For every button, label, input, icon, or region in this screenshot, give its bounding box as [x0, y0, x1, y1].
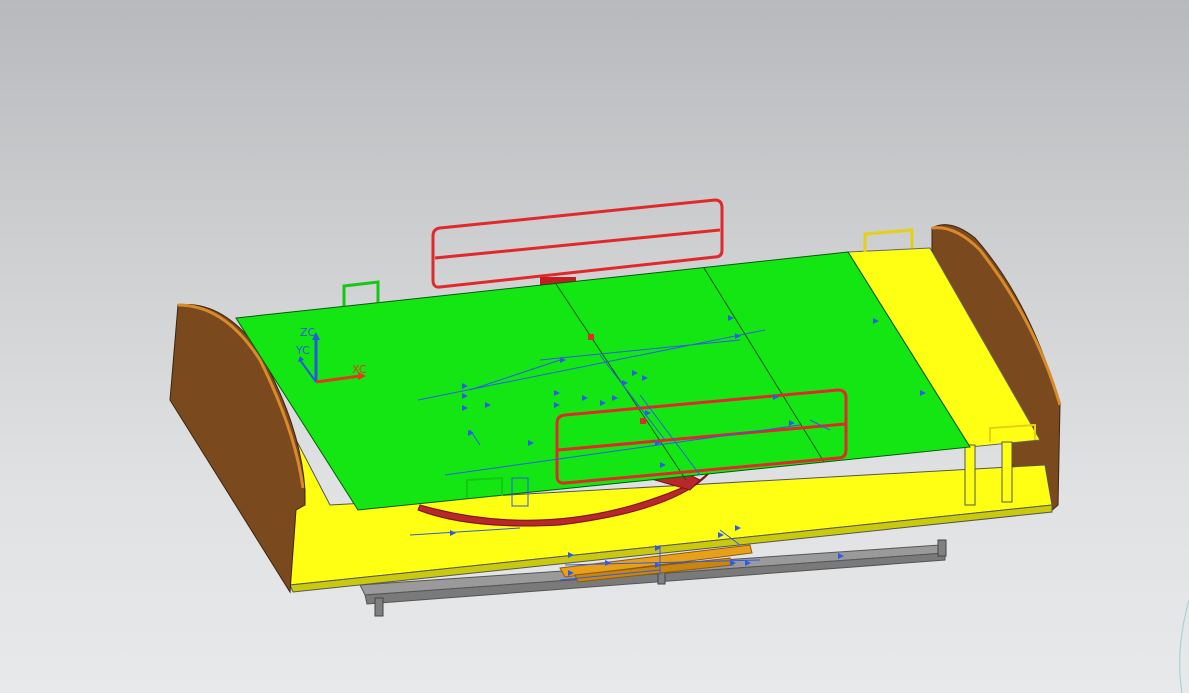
- deck-hinge-marker: [588, 334, 594, 340]
- triad-z-label: ZC: [300, 326, 316, 339]
- graphics-viewport[interactable]: ZC YC XC: [0, 0, 1189, 693]
- cad-model-scene[interactable]: ZC YC XC: [0, 0, 1189, 693]
- green-handle-left[interactable]: [342, 280, 380, 306]
- triad-x-label: XC: [352, 363, 367, 376]
- triad-y-label: YC: [295, 344, 310, 357]
- green-mattress-deck[interactable]: [235, 251, 971, 511]
- viewport-corner-edge: [1179, 599, 1189, 693]
- deck-hinge-marker: [640, 418, 646, 424]
- yellow-handle-right[interactable]: [863, 228, 914, 252]
